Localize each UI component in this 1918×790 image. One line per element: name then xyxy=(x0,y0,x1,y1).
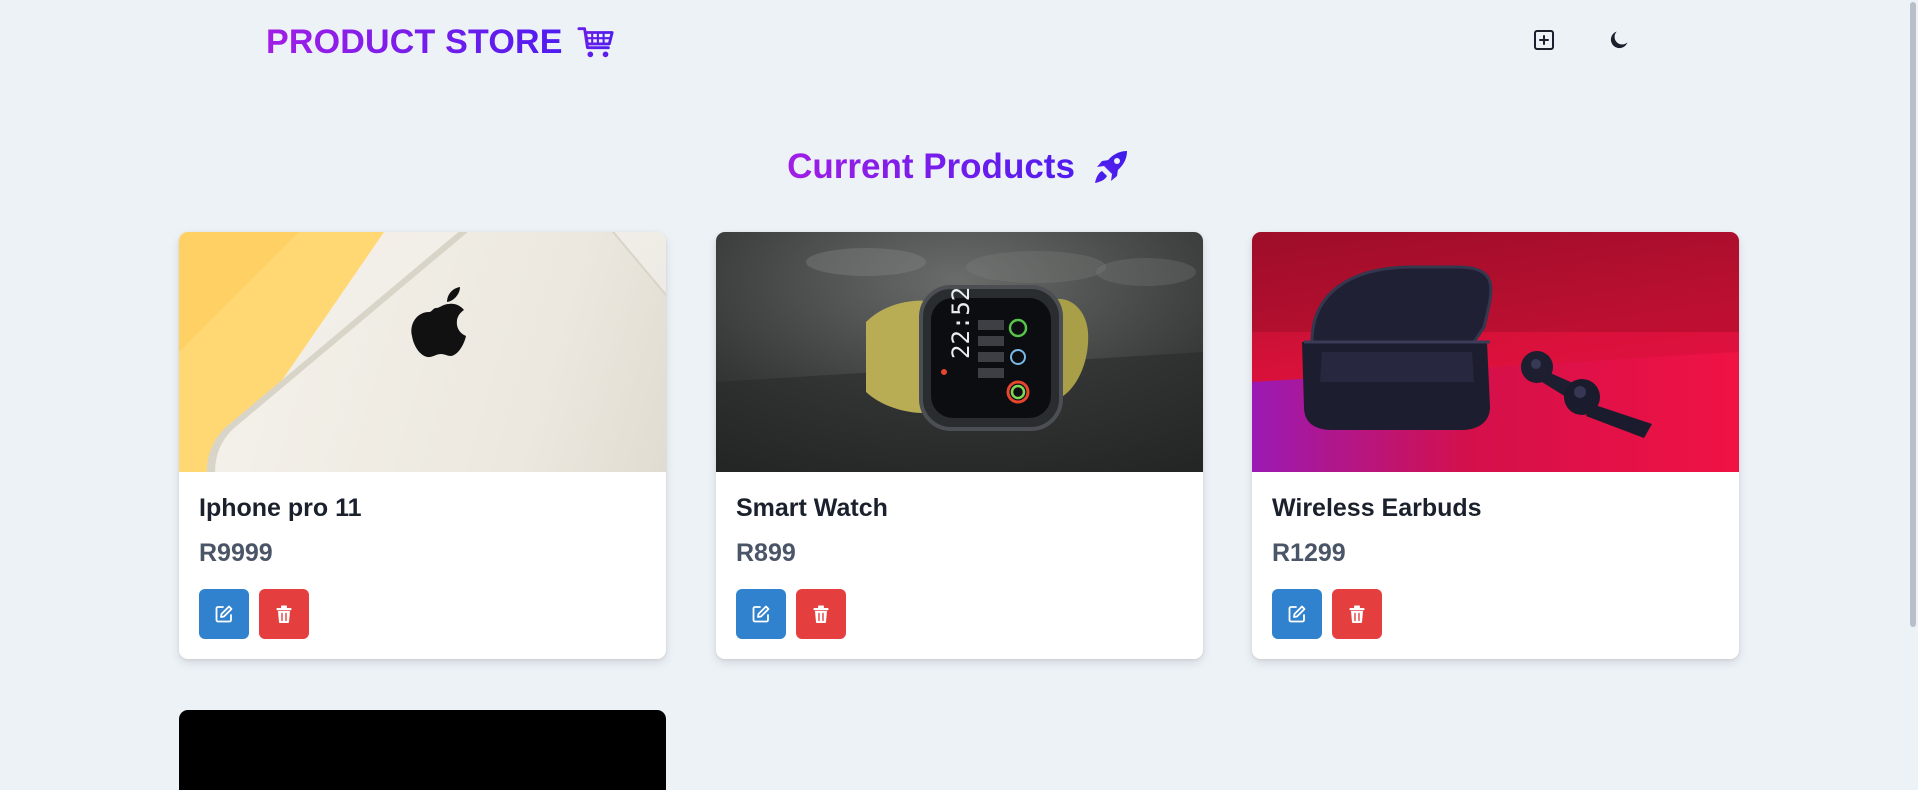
section-header: Current Products xyxy=(0,142,1918,192)
navbar: PRODUCT STORE xyxy=(0,0,1918,82)
scrollbar-thumb[interactable] xyxy=(1910,2,1916,627)
trash-icon xyxy=(276,605,292,623)
shopping-cart-icon xyxy=(577,27,614,58)
brand-link[interactable]: PRODUCT STORE xyxy=(266,20,615,64)
toggle-theme-button[interactable] xyxy=(1595,20,1643,60)
page-scrollbar[interactable] xyxy=(1908,0,1918,775)
smartwatch-image: 22:52 xyxy=(716,232,1203,472)
edit-icon xyxy=(1288,605,1306,623)
product-card: 22:52 Smart Watch R899 xyxy=(716,232,1203,659)
edit-button[interactable] xyxy=(199,589,249,639)
product-price: R1299 xyxy=(1272,539,1346,567)
product-price: R9999 xyxy=(199,539,273,567)
trash-icon xyxy=(813,605,829,623)
delete-button[interactable] xyxy=(1332,589,1382,639)
product-card: Wireless Earbuds R1299 xyxy=(1252,232,1739,659)
page-title: Current Products xyxy=(787,147,1075,186)
edit-button[interactable] xyxy=(1272,589,1322,639)
product-card: Iphone pro 11 R9999 xyxy=(179,232,666,659)
edit-button[interactable] xyxy=(736,589,786,639)
rocket-icon xyxy=(1094,151,1127,183)
product-name: Wireless Earbuds xyxy=(1272,494,1482,522)
edit-icon xyxy=(215,605,233,623)
moon-icon xyxy=(1610,31,1628,49)
delete-button[interactable] xyxy=(259,589,309,639)
delete-button[interactable] xyxy=(796,589,846,639)
plus-square-icon xyxy=(1534,30,1554,50)
brand-title: PRODUCT STORE xyxy=(266,22,563,61)
edit-icon xyxy=(752,605,770,623)
earbuds-image xyxy=(1252,232,1739,472)
product-price: R899 xyxy=(736,539,796,567)
add-product-button[interactable] xyxy=(1520,20,1568,60)
product-card-partial xyxy=(179,710,666,790)
trash-icon xyxy=(1349,605,1365,623)
svg-text:22:52: 22:52 xyxy=(947,287,975,359)
product-name: Iphone pro 11 xyxy=(199,494,362,522)
iphone-image xyxy=(179,232,666,472)
product-name: Smart Watch xyxy=(736,494,888,522)
product-image xyxy=(179,710,666,790)
